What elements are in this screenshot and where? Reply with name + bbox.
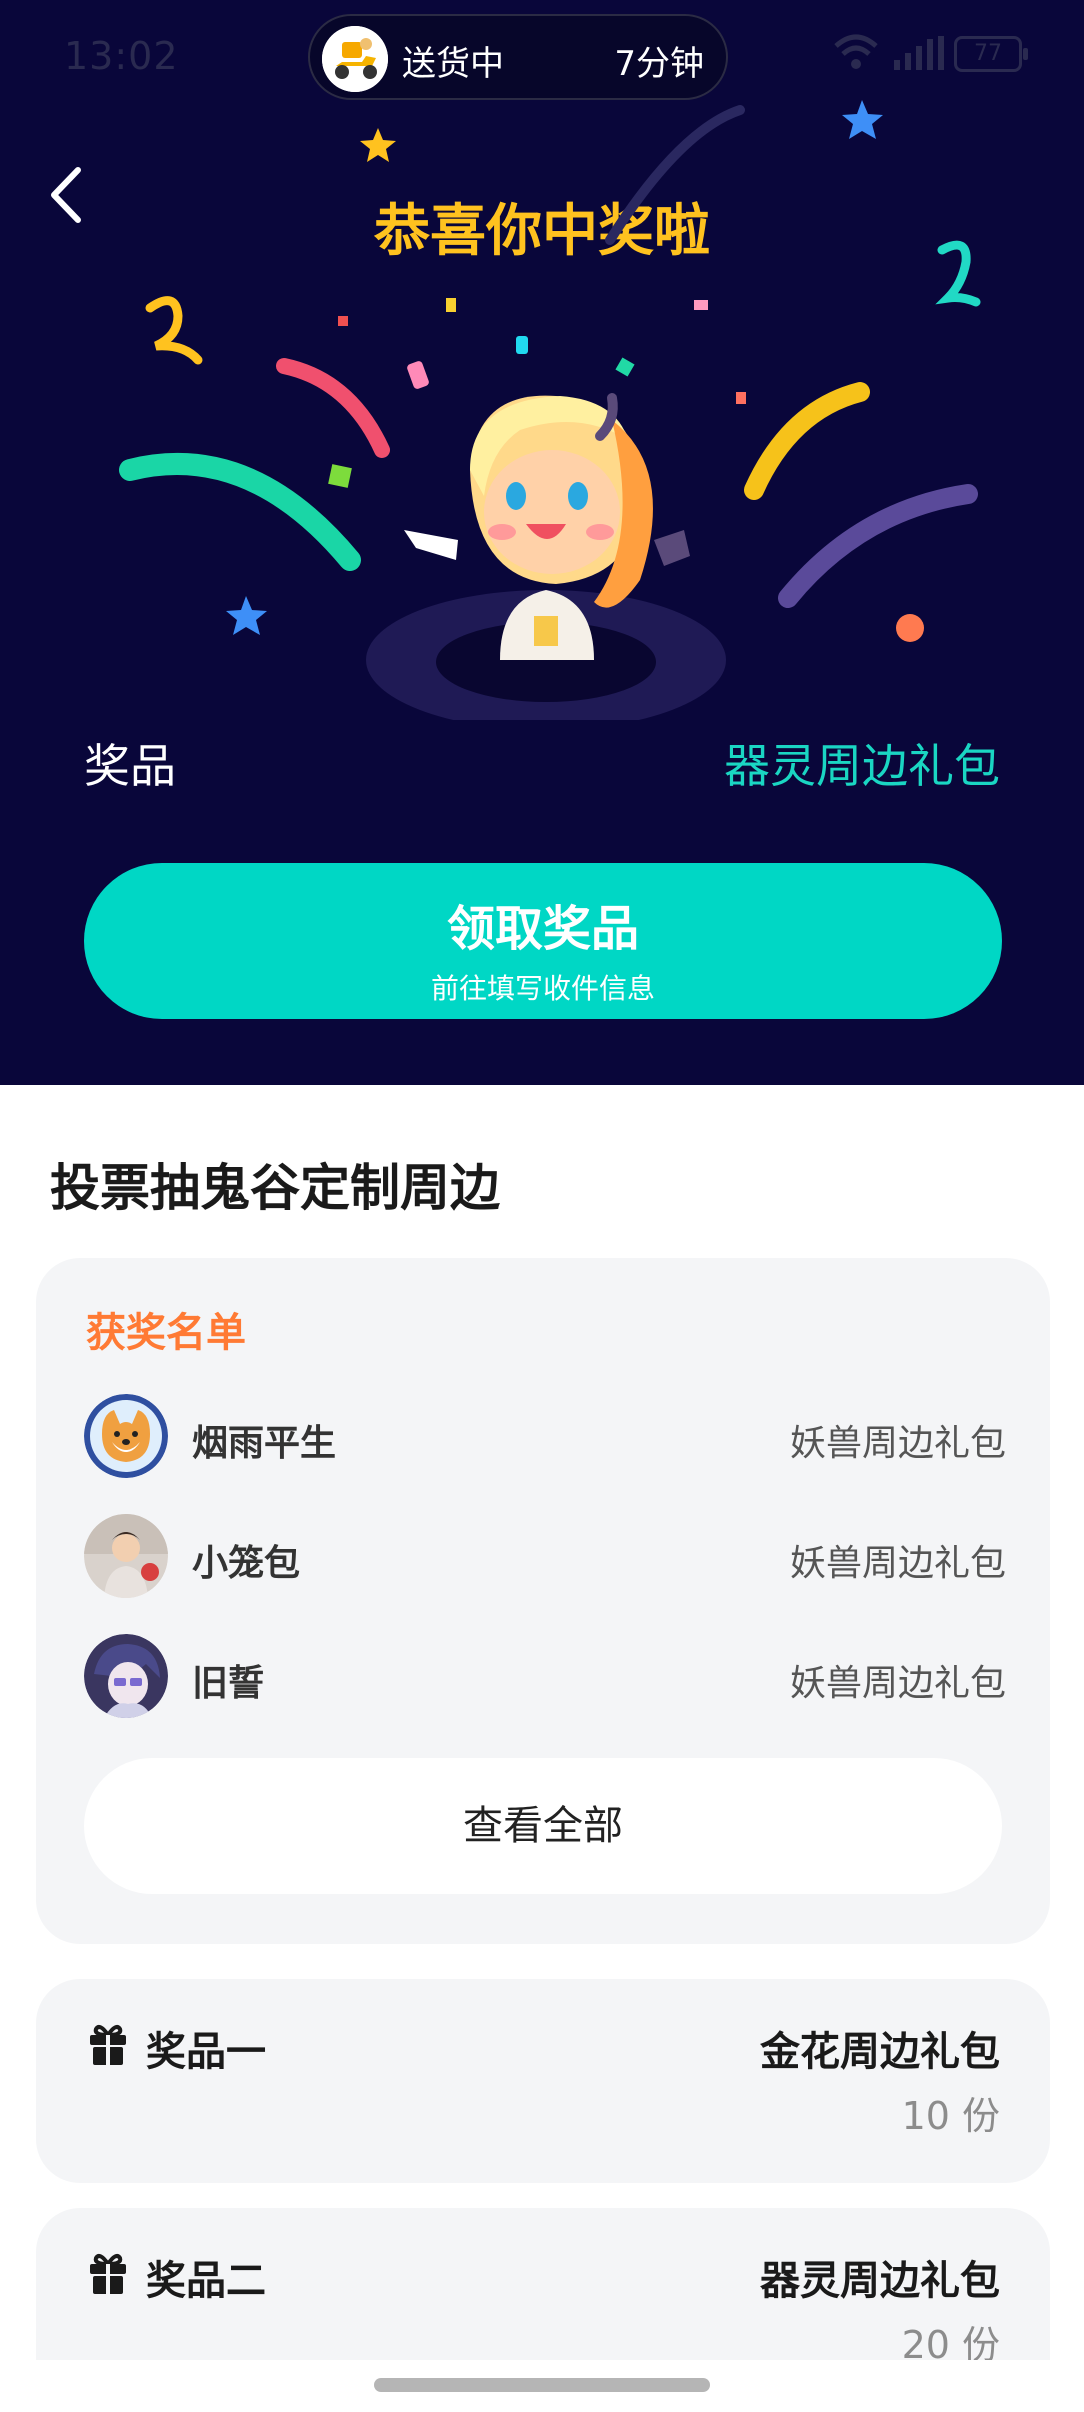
celebration-illustration [119,100,981,720]
claim-button-subtitle: 前往填写收件信息 [430,972,655,1005]
avatar [84,1514,168,1598]
winner-prize: 妖兽周边礼包 [789,1423,1006,1464]
star-icon [842,100,883,139]
home-indicator[interactable] [374,2378,710,2392]
prize-count: 10 份 [901,2094,1000,2138]
avatar [84,1394,168,1478]
winner-row: 烟雨平生 妖兽周边礼包 [84,1394,1006,1484]
winner-name: 小笼包 [192,1543,301,1584]
star-icon [360,128,396,162]
section-title: 投票抽鬼谷定制周边 [50,1159,500,1217]
hero-section: 13:02 送货中 7分钟 77 恭喜你中奖啦 奖品 器灵周边礼包 领取奖品 前… [0,0,1084,1085]
prize-card: 奖品一 金花周边礼包 10 份 [36,1979,1050,2183]
prize-name: 奖品二 [146,2258,266,2304]
page: 13:02 送货中 7分钟 77 恭喜你中奖啦 奖品 器灵周边礼包 领取奖品 前… [0,0,1084,2412]
winners-header: 获奖名单 [86,1310,246,1356]
winner-name: 烟雨平生 [192,1423,337,1464]
gift-icon [90,2254,126,2294]
star-icon [226,596,267,635]
claim-button-title: 领取奖品 [446,901,639,957]
prize-name: 奖品一 [146,2029,266,2075]
winner-name: 旧誓 [192,1663,265,1704]
prize-value: 器灵周边礼包 [724,739,1000,793]
claim-prize-button[interactable]: 领取奖品 前往填写收件信息 [84,863,1002,1019]
winner-row: 小笼包 妖兽周边礼包 [84,1514,1006,1604]
prize-label: 奖品 [84,739,176,793]
prize-title: 器灵周边礼包 [760,2258,1000,2304]
winner-prize: 妖兽周边礼包 [789,1543,1006,1584]
view-all-button[interactable]: 查看全部 [84,1758,1002,1894]
gift-icon [90,2025,126,2065]
prize-row: 奖品 器灵周边礼包 [0,730,1084,800]
prize-title: 金花周边礼包 [760,2029,1000,2075]
winners-card: 获奖名单 烟雨平生 妖兽周边礼包 小笼包 妖兽周边礼包 旧誓 妖兽周边礼包 查看… [36,1258,1050,1944]
avatar [84,1634,168,1718]
winner-row: 旧誓 妖兽周边礼包 [84,1634,1006,1724]
winner-prize: 妖兽周边礼包 [789,1663,1006,1704]
